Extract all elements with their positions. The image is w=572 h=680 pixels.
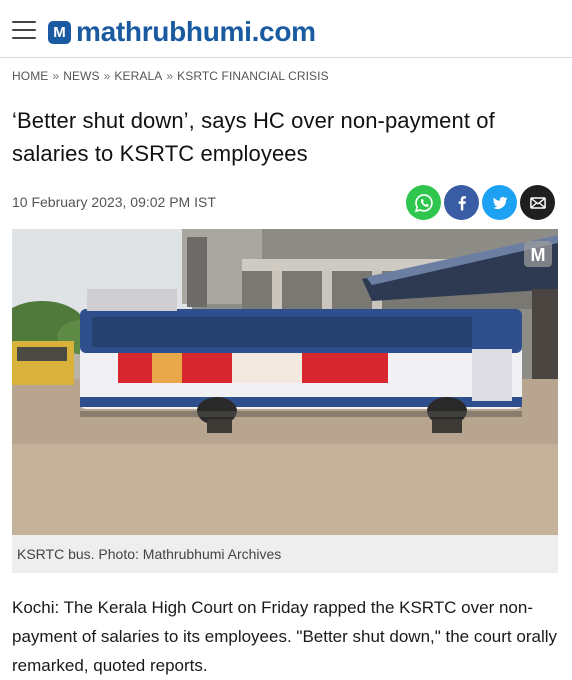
article-image[interactable]: M bbox=[12, 229, 558, 535]
bus-photo: M bbox=[12, 229, 558, 535]
share-bar bbox=[406, 185, 555, 220]
photo-ground-near bbox=[12, 444, 558, 535]
breadcrumb-separator: » bbox=[103, 69, 111, 83]
image-caption: KSRTC bus. Photo: Mathrubhumi Archives bbox=[17, 546, 282, 562]
article-body-paragraph: Kochi: The Kerala High Court on Friday r… bbox=[12, 598, 557, 675]
breadcrumb-ksrtc-financial-crisis[interactable]: KSRTC FINANCIAL CRISIS bbox=[177, 69, 329, 83]
breadcrumb: HOME » NEWS » KERALA » KSRTC FINANCIAL C… bbox=[12, 69, 329, 83]
site-logo[interactable]: M mathrubhumi.com bbox=[48, 14, 316, 50]
photo-bus-ad-figure bbox=[152, 353, 182, 383]
twitter-icon bbox=[492, 196, 507, 209]
photo-roof-rack bbox=[87, 289, 177, 311]
logo-text: mathrubhumi.com bbox=[76, 16, 316, 47]
breadcrumb-separator: » bbox=[52, 69, 60, 83]
article-dateline: 10 February 2023, 09:02 PM IST bbox=[12, 194, 216, 210]
photo-support-block bbox=[432, 419, 462, 433]
facebook-share-button[interactable] bbox=[444, 185, 479, 220]
image-watermark: M bbox=[531, 245, 546, 265]
photo-bus-ad-logo bbox=[232, 353, 302, 383]
photo-shadow bbox=[80, 411, 522, 417]
photo-bus-windows bbox=[92, 317, 472, 347]
logo-badge: M bbox=[48, 20, 71, 44]
photo-scaffold bbox=[187, 237, 207, 307]
article-headline: ‘Better shut down’, says HC over non-pay… bbox=[12, 108, 495, 166]
whatsapp-share-button[interactable] bbox=[406, 185, 441, 220]
breadcrumb-news[interactable]: NEWS bbox=[63, 69, 99, 83]
facebook-icon bbox=[458, 195, 466, 210]
breadcrumb-kerala[interactable]: KERALA bbox=[114, 69, 162, 83]
email-share-button[interactable] bbox=[520, 185, 555, 220]
image-caption-box: KSRTC bus. Photo: Mathrubhumi Archives bbox=[12, 535, 558, 573]
whatsapp-icon bbox=[414, 193, 433, 212]
breadcrumb-separator: » bbox=[166, 69, 174, 83]
photo-pillar bbox=[272, 271, 282, 311]
hamburger-menu-icon[interactable] bbox=[12, 20, 36, 40]
twitter-share-button[interactable] bbox=[482, 185, 517, 220]
photo-support-block bbox=[207, 419, 232, 433]
breadcrumb-home[interactable]: HOME bbox=[12, 69, 48, 83]
email-icon bbox=[529, 196, 546, 209]
photo-pillar bbox=[322, 271, 332, 311]
site-header: M mathrubhumi.com bbox=[0, 0, 572, 58]
photo-bus-door bbox=[472, 349, 512, 401]
photo-vehicle-window bbox=[17, 347, 67, 361]
